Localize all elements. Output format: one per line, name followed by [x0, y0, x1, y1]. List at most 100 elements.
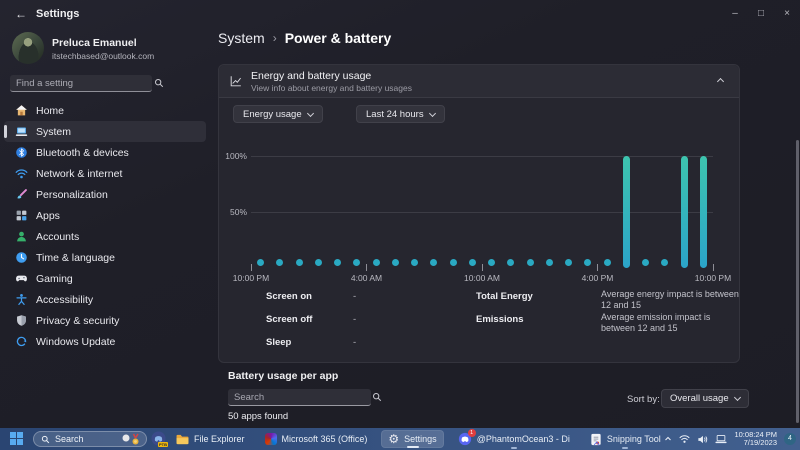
tray-chevron-up-icon[interactable] — [664, 435, 672, 443]
chart-x-tick — [482, 264, 483, 271]
scrollbar[interactable] — [796, 140, 799, 423]
stat-label-screen-off: Screen off — [266, 314, 312, 325]
sidebar-item-label: Accessibility — [36, 294, 93, 306]
taskbar-discord-button[interactable]: 1 @PhantomOcean3 - Di — [452, 430, 576, 448]
sidebar-item-label: Bluetooth & devices — [36, 147, 129, 159]
chart-bar — [700, 156, 707, 268]
sidebar-nav: Home System Bluetooth & devices Network … — [0, 100, 210, 352]
sidebar-item-label: Home — [36, 105, 64, 117]
taskbar-clock[interactable]: 10:08:24 PM 7/19/2023 — [734, 431, 777, 448]
settings-search-input[interactable] — [10, 78, 154, 89]
chart-x-tick-label: 10:00 PM — [233, 273, 269, 283]
sort-dropdown[interactable]: Overall usage — [661, 389, 749, 408]
settings-window: { "titlebar": { "title": "Settings", "ba… — [0, 0, 800, 450]
chart-dot — [565, 259, 572, 266]
sidebar-item-accounts[interactable]: Accounts — [4, 226, 206, 247]
chart-dot — [276, 259, 283, 266]
chart-dot — [584, 259, 591, 266]
stat-value-screen-off: - — [353, 314, 356, 325]
taskbar-settings-button[interactable]: ⚙ Settings — [381, 430, 443, 448]
back-button[interactable]: ← — [12, 5, 30, 23]
breadcrumb-system[interactable]: System — [218, 30, 265, 46]
shield-icon — [15, 314, 28, 327]
taskbar-button-label: Settings — [404, 434, 437, 444]
stat-label-screen-on: Screen on — [266, 291, 312, 302]
taskbar-snipping-tool-button[interactable]: Snipping Tool — [584, 430, 667, 448]
chevron-up-icon — [717, 78, 724, 85]
taskbar-discord-ptb-button[interactable]: PTB — [151, 431, 166, 446]
sidebar-item-time-language[interactable]: Time & language — [4, 247, 206, 268]
search-icon — [372, 392, 382, 402]
taskbar-search[interactable]: Search — [33, 431, 147, 447]
taskbar-button-label: Snipping Tool — [607, 434, 661, 444]
taskbar-button-label: Microsoft 365 (Office) — [282, 434, 368, 444]
energy-chart: 10:00 PM4:00 AM10:00 AM4:00 PM10:00 PM 1… — [225, 141, 735, 291]
chart-dot — [507, 259, 514, 266]
sidebar-item-gaming[interactable]: Gaming — [4, 268, 206, 289]
maximize-button[interactable]: □ — [748, 0, 774, 28]
start-button[interactable] — [10, 432, 23, 445]
chart-bar — [623, 156, 630, 268]
chart-x-tick-label: 10:00 AM — [464, 273, 500, 283]
running-indicator — [511, 447, 517, 449]
energy-usage-dropdown-value: Energy usage — [243, 109, 302, 120]
sidebar-item-windows-update[interactable]: Windows Update — [4, 331, 206, 352]
stat-value-sleep: - — [353, 337, 356, 348]
energy-usage-dropdown[interactable]: Energy usage — [233, 105, 323, 123]
energy-card-header[interactable]: Energy and battery usage View info about… — [219, 65, 739, 98]
gamepad-icon — [15, 272, 28, 285]
taskbar-microsoft-365-button[interactable]: Microsoft 365 (Office) — [259, 430, 374, 448]
sidebar-item-bluetooth-devices[interactable]: Bluetooth & devices — [4, 142, 206, 163]
chart-dot — [469, 259, 476, 266]
taskbar-button-label: @PhantomOcean3 - Di — [477, 434, 570, 444]
person-icon — [15, 230, 28, 243]
stat-label-sleep: Sleep — [266, 337, 291, 348]
chart-dot — [661, 259, 668, 266]
tray-laptop-icon[interactable] — [715, 434, 727, 444]
chart-y-tick-label: 50% — [225, 207, 247, 217]
minimize-button[interactable]: – — [722, 0, 748, 28]
home-icon — [15, 104, 28, 117]
chart-dot — [450, 259, 457, 266]
sidebar-item-system[interactable]: System — [4, 121, 206, 142]
ptb-badge: PTB — [158, 442, 168, 447]
chevron-down-icon — [734, 394, 741, 401]
tray-volume-icon[interactable] — [697, 434, 708, 445]
energy-card-subtitle: View info about energy and battery usage… — [251, 83, 412, 93]
avatar — [12, 32, 44, 64]
wifi-icon — [15, 167, 28, 180]
taskbar-file-explorer-button[interactable]: File Explorer — [170, 430, 251, 448]
sidebar-item-home[interactable]: Home — [4, 100, 206, 121]
sidebar-item-label: Accounts — [36, 231, 79, 243]
line-chart-icon — [229, 74, 243, 93]
taskbar: Search PTB File Explorer Microsoft 365 (… — [0, 428, 800, 450]
chart-gridline — [251, 156, 713, 157]
bluetooth-icon — [15, 146, 28, 159]
sidebar-item-network-internet[interactable]: Network & internet — [4, 163, 206, 184]
app-search-input[interactable] — [228, 392, 372, 403]
close-button[interactable]: × — [774, 0, 800, 28]
update-icon — [15, 335, 28, 348]
system-icon — [15, 125, 28, 138]
clock-date: 7/19/2023 — [734, 439, 777, 448]
microsoft-365-icon — [265, 433, 277, 445]
sidebar-item-personalization[interactable]: Personalization — [4, 184, 206, 205]
chart-dot — [488, 259, 495, 266]
notification-center-badge[interactable]: 4 — [784, 433, 796, 445]
apps-grid-icon — [15, 209, 28, 222]
chart-dot — [296, 259, 303, 266]
search-icon — [154, 78, 164, 88]
clock-icon — [15, 251, 28, 264]
time-range-dropdown[interactable]: Last 24 hours — [356, 105, 445, 123]
chart-dot — [353, 259, 360, 266]
sort-by-label: Sort by: — [627, 394, 660, 405]
sidebar-item-apps[interactable]: Apps — [4, 205, 206, 226]
taskbar-buttons: File Explorer Microsoft 365 (Office) ⚙ S… — [170, 430, 667, 448]
sidebar-item-accessibility[interactable]: Accessibility — [4, 289, 206, 310]
sidebar-item-privacy-security[interactable]: Privacy & security — [4, 310, 206, 331]
sidebar: Preluca Emanuel itstechbased@outlook.com… — [0, 28, 210, 428]
stat-value-screen-on: - — [353, 291, 356, 302]
settings-search-box[interactable] — [10, 75, 152, 92]
app-search-box[interactable] — [228, 389, 371, 406]
tray-wifi-icon[interactable] — [679, 434, 690, 444]
